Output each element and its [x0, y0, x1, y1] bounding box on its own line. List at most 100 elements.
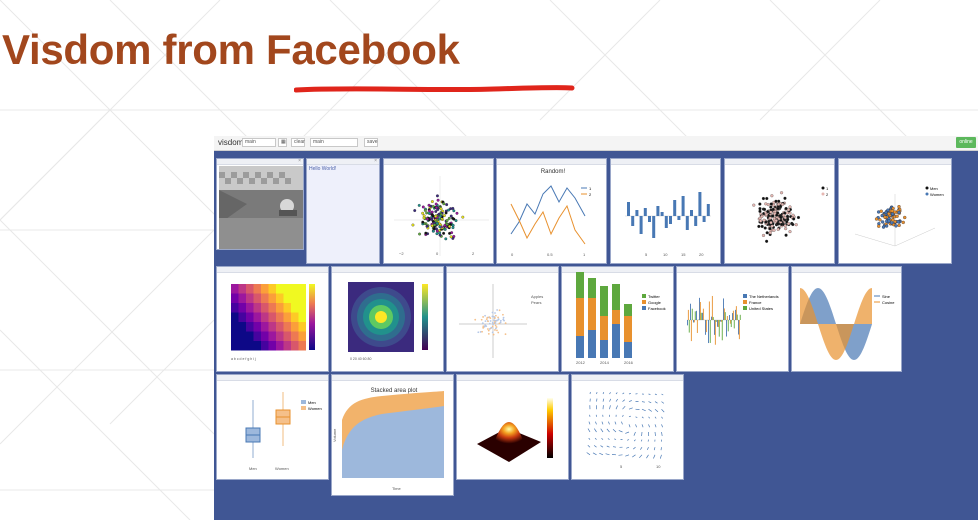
scatter-pane[interactable]: −2 0 2 — [383, 158, 494, 264]
quiver-arrow — [618, 454, 623, 456]
quiver-arrow — [594, 428, 597, 433]
scatter-point — [883, 215, 887, 219]
surface-pane[interactable] — [456, 374, 569, 480]
scatter-point — [770, 224, 774, 228]
bar — [726, 320, 727, 337]
save-button[interactable]: save — [364, 138, 378, 147]
scatter-point — [761, 196, 765, 201]
bar — [706, 204, 710, 216]
stacked-bar-pane[interactable]: Twitter Google Facebook 2012 2014 2016 — [561, 266, 674, 372]
scatter-point — [897, 205, 901, 209]
svg-text:10: 10 — [656, 464, 661, 469]
area-pane[interactable]: Stacked area plot Time Volume — [331, 374, 454, 496]
scatter-point — [430, 217, 434, 221]
scatter-points — [474, 309, 507, 336]
pane-titlebar[interactable]: × — [307, 159, 379, 165]
scatter-apples-pane[interactable]: Apples Pears — [446, 266, 559, 372]
heatmap-cell — [291, 293, 299, 303]
scatter-point — [776, 227, 780, 231]
scatter-point — [430, 200, 434, 204]
heatmap-cell — [238, 303, 246, 313]
scatter-point — [445, 203, 449, 207]
bar — [732, 310, 734, 320]
scatter-point — [439, 207, 443, 211]
heatmap-cell — [291, 341, 299, 351]
text-content: Hello World! — [309, 166, 337, 172]
scatter-point — [880, 213, 884, 218]
env-select[interactable]: main — [242, 138, 276, 147]
scatter-point — [430, 213, 434, 217]
bar — [600, 340, 608, 358]
heatmap-cell — [238, 331, 246, 341]
legend-sine: Sine — [882, 294, 891, 299]
view-input[interactable]: main — [310, 138, 358, 147]
contour-pane[interactable]: 0 20 40 60 80 — [331, 266, 444, 372]
text-pane[interactable]: × Hello World! — [306, 158, 380, 264]
bar-pane[interactable]: 5 10 15 20 — [610, 158, 721, 264]
grouped-bar-pane[interactable]: The Netherlands France United States — [676, 266, 789, 372]
scatter-point — [438, 214, 442, 218]
bar — [588, 278, 596, 298]
scatter-point — [482, 326, 485, 329]
scatter-point — [758, 207, 762, 211]
bar-plot: 5 10 15 20 — [625, 192, 711, 257]
scatter-point — [896, 220, 900, 224]
quiver-arrow — [661, 393, 664, 396]
quiver-arrow — [608, 421, 610, 425]
legend-netherlands: The Netherlands — [749, 294, 779, 299]
scatter-point — [423, 208, 427, 212]
close-icon[interactable]: × — [374, 159, 377, 164]
scatter-point — [504, 322, 507, 325]
bar — [656, 206, 660, 216]
bar — [624, 316, 632, 342]
quiver-arrow — [640, 447, 643, 450]
scatter-point — [760, 224, 764, 228]
heatmap-cell — [298, 284, 306, 294]
heatmap-cell — [283, 293, 291, 303]
scatter-point — [493, 315, 495, 318]
scatter-point — [496, 309, 499, 311]
scatter-point — [776, 222, 780, 226]
quiver-arrow — [635, 416, 638, 418]
xtick: 2016 — [624, 360, 634, 365]
heatmap-cell — [261, 331, 269, 341]
sine-pane[interactable]: Sine Cosine — [791, 266, 902, 372]
quiver-pane[interactable]: 5 10 — [571, 374, 684, 480]
scatter-point — [436, 208, 440, 212]
scatter-pane-2[interactable]: 1 2 — [724, 158, 835, 264]
scatter-point — [427, 211, 431, 215]
heatmap-pane[interactable]: a b c d e f g h i j — [216, 266, 329, 372]
scatter-point — [494, 321, 497, 324]
scatter-point — [430, 224, 434, 228]
bar — [700, 312, 702, 320]
image-pane[interactable]: × — [216, 158, 304, 250]
scatter-point — [786, 208, 791, 212]
scatter-point — [435, 221, 439, 225]
quiver-arrow — [641, 401, 645, 403]
heatmap-cell — [246, 331, 254, 341]
line-pane[interactable]: Random! 1 2 0 0.5 1 — [496, 158, 607, 264]
scatter-point — [494, 329, 496, 331]
grid-icon[interactable]: ▦ — [278, 138, 287, 147]
scatter-point — [481, 322, 484, 325]
bar — [635, 210, 639, 216]
scatter3d-pane[interactable]: Men Women — [838, 158, 952, 264]
scatter-point — [791, 222, 795, 227]
scatter-point — [494, 327, 497, 330]
scatter-point — [499, 321, 502, 324]
scatter-point — [413, 209, 417, 212]
scatter-point — [428, 209, 431, 213]
clear-button[interactable]: clear — [291, 138, 305, 147]
quiver-arrow — [587, 428, 591, 433]
grouped-bar-plot: The Netherlands France United States — [687, 294, 779, 345]
scatter-point — [436, 198, 440, 202]
boxplot-pane[interactable]: Men Women Men Women — [216, 374, 329, 480]
bar — [699, 302, 701, 320]
scatter-point — [497, 331, 500, 334]
bar — [576, 272, 584, 298]
scatter-point — [765, 196, 769, 201]
bar — [624, 342, 632, 358]
heatmap-cell — [253, 322, 261, 332]
quiver-arrow — [646, 454, 649, 459]
quiver-arrow — [633, 431, 636, 436]
